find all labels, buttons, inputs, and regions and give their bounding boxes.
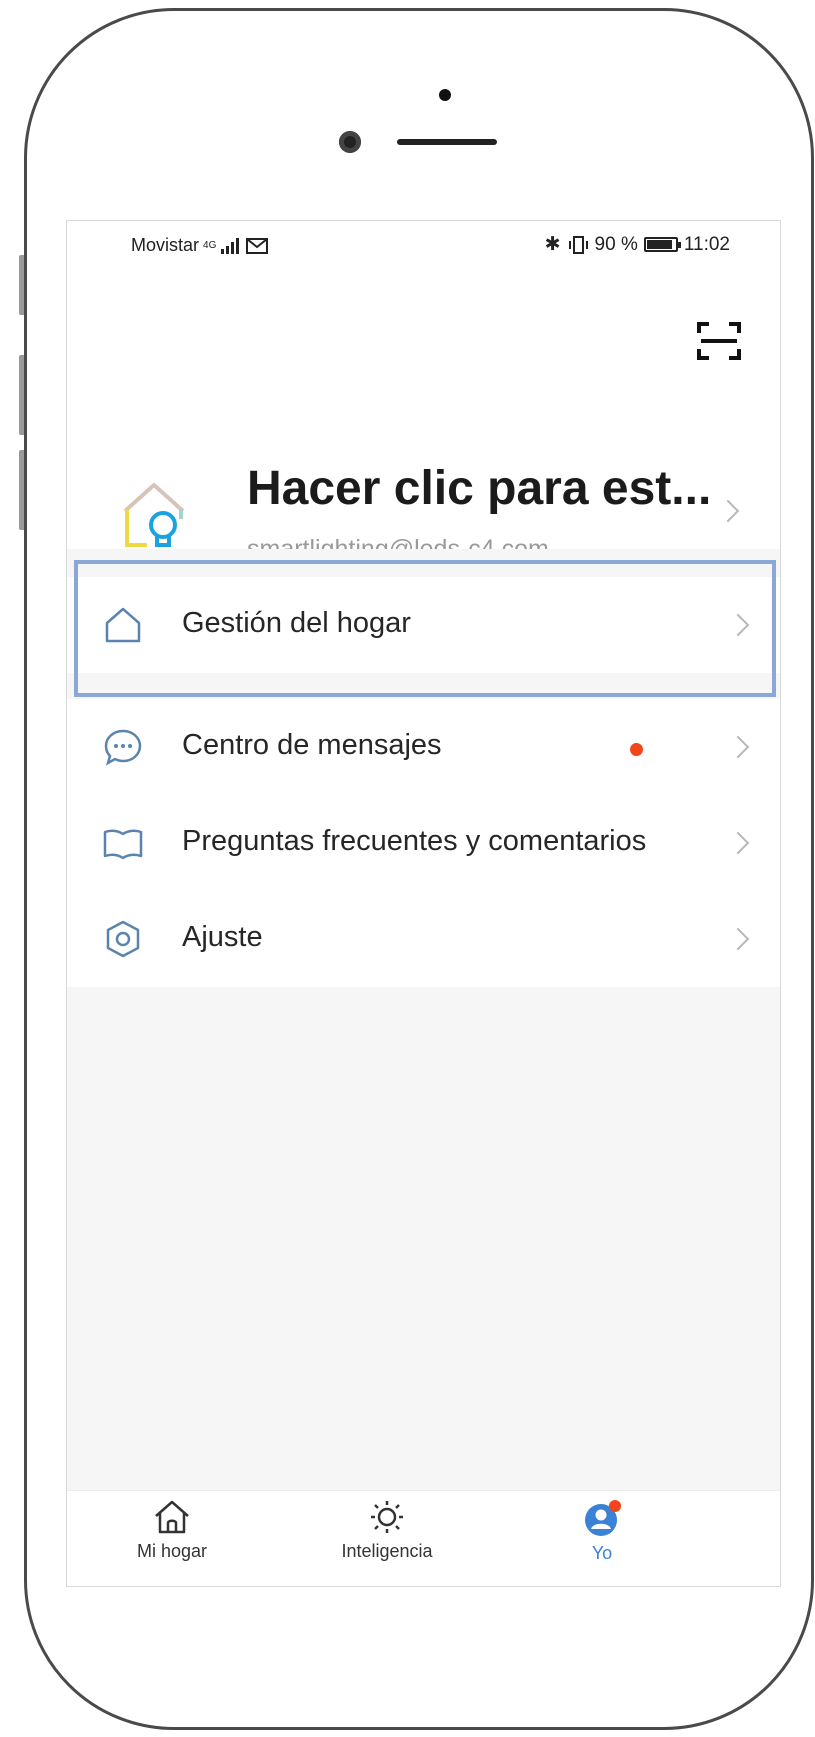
menu-item-messages[interactable]: Centro de mensajes	[67, 699, 780, 795]
app-logo-icon	[123, 483, 185, 547]
status-left: Movistar 4G	[131, 235, 269, 256]
chevron-right-icon	[726, 831, 750, 855]
tab-smart[interactable]: Inteligencia	[307, 1499, 467, 1562]
tab-smart-label: Inteligencia	[341, 1541, 433, 1561]
user-icon	[585, 1500, 621, 1536]
status-bar: Movistar 4G ✱ 90 % 11:02	[67, 221, 780, 269]
menu-item-home-management[interactable]: Gestión del hogar	[67, 577, 780, 673]
chevron-right-icon	[726, 613, 750, 637]
carrier-name: Movistar	[131, 235, 200, 255]
status-right: ✱ 90 % 11:02	[545, 233, 730, 256]
section-divider	[67, 673, 780, 699]
tab-me-label: Yo	[591, 1543, 613, 1563]
menu-label-faq: Preguntas frecuentes y comentarios	[182, 825, 647, 857]
tab-me[interactable]: Yo	[522, 1499, 682, 1564]
clock: 11:02	[683, 233, 730, 255]
earpiece-speaker	[397, 139, 497, 145]
chevron-right-icon	[726, 927, 750, 951]
house-icon	[155, 1500, 189, 1534]
section-divider	[67, 549, 780, 577]
tab-home[interactable]: Mi hogar	[92, 1499, 252, 1562]
chevron-right-icon	[726, 735, 750, 759]
battery-icon	[643, 237, 681, 252]
vibrate-icon	[568, 235, 588, 254]
house-icon	[105, 607, 141, 643]
scan-icon[interactable]	[697, 321, 741, 361]
network-type: 4G	[203, 240, 217, 251]
proximity-sensor	[439, 89, 451, 101]
tab-home-label: Mi hogar	[136, 1541, 208, 1561]
signal-icon	[221, 237, 240, 254]
menu-item-faq[interactable]: Preguntas frecuentes y comentarios	[67, 795, 780, 891]
chat-bubble-icon	[104, 729, 142, 766]
hexagon-settings-icon	[106, 920, 140, 958]
sun-icon	[371, 1501, 403, 1533]
bluetooth-icon: ✱	[544, 234, 561, 255]
battery-percent: 90 %	[594, 233, 638, 255]
menu-item-settings[interactable]: Ajuste	[67, 891, 780, 987]
mail-icon	[246, 237, 269, 254]
profile-name: Hacer clic para est...	[247, 462, 712, 515]
app-screen: Movistar 4G ✱ 90 % 11:02 Hacer clic para…	[66, 220, 781, 1587]
menu-label-messages: Centro de mensajes	[182, 729, 442, 761]
bottom-tab-bar: Mi hogar Inteligencia Yo	[67, 1490, 780, 1586]
notification-dot	[630, 743, 643, 756]
front-camera	[339, 131, 361, 153]
book-icon	[103, 829, 143, 860]
menu-label-home-management: Gestión del hogar	[182, 607, 411, 639]
menu-label-settings: Ajuste	[182, 921, 263, 953]
